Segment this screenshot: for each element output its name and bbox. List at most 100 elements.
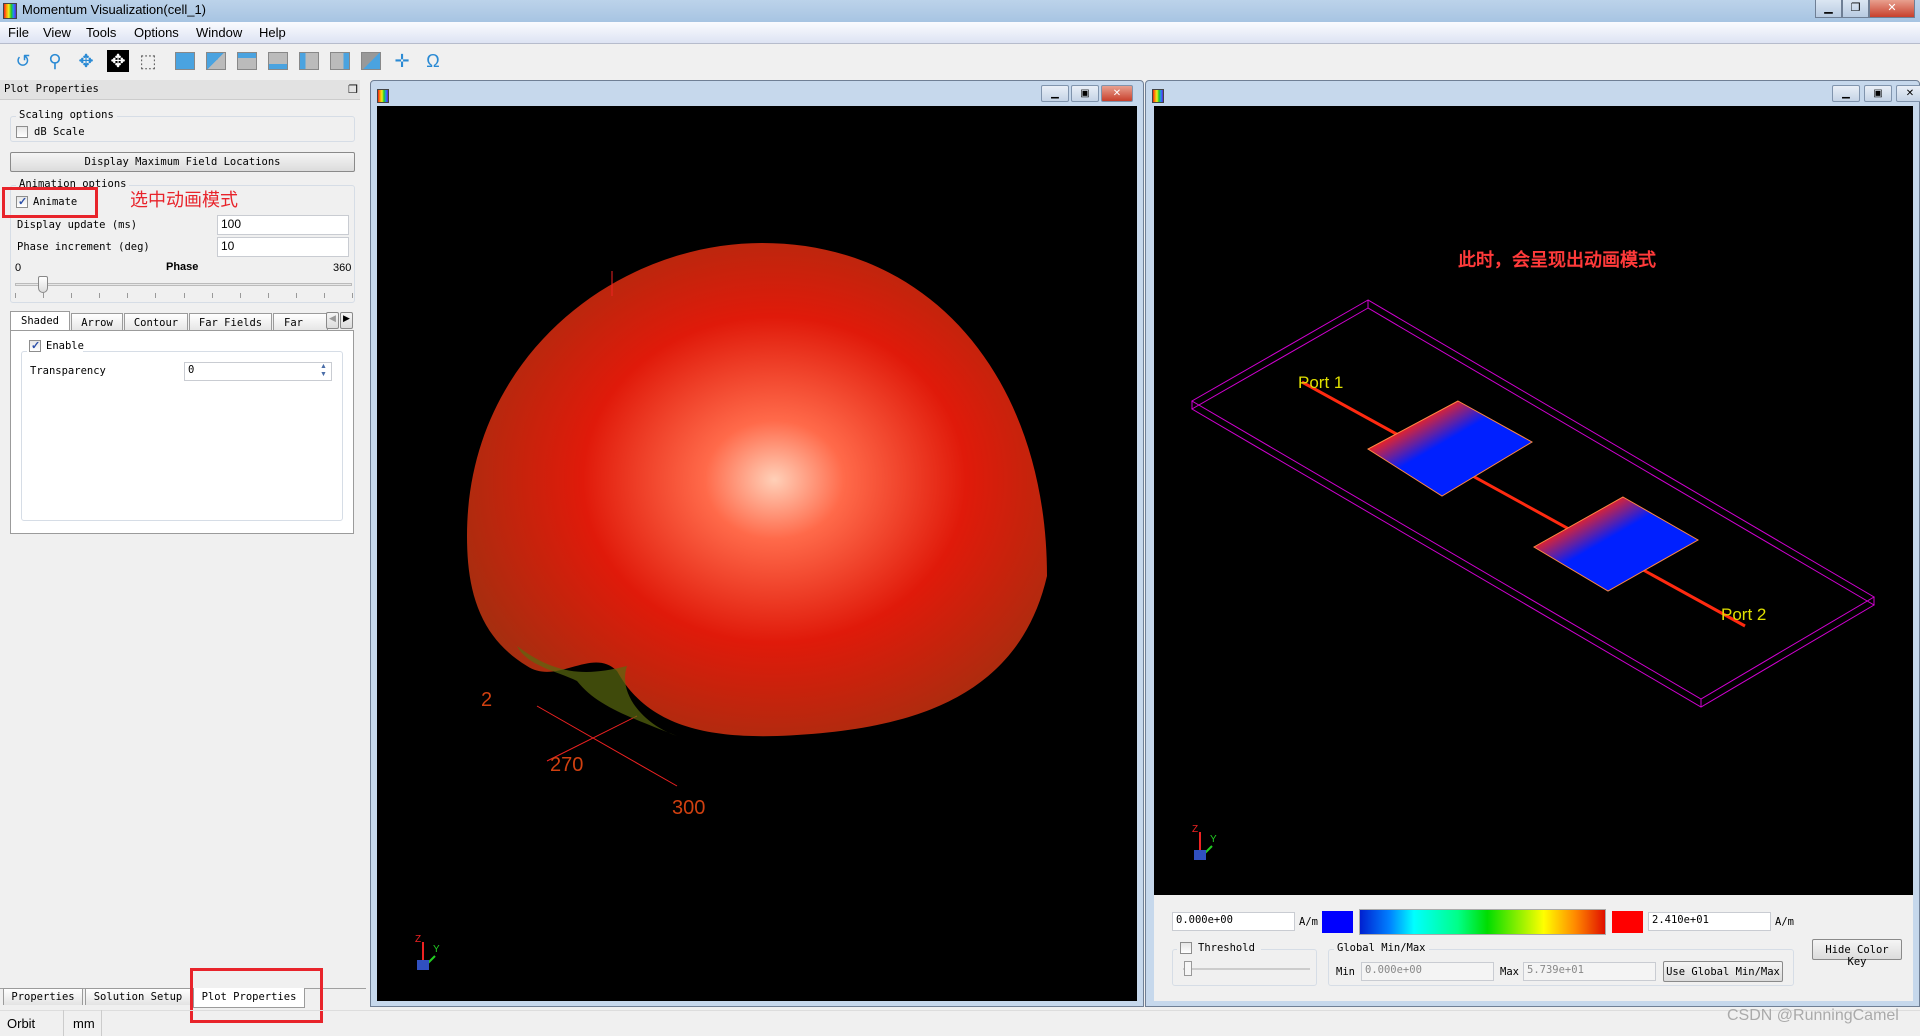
subwindow-close-button[interactable]: ✕	[1101, 85, 1133, 102]
threshold-label: Threshold	[1198, 942, 1255, 954]
phase-slider-track[interactable]	[15, 283, 352, 286]
substrate-box	[1191, 299, 1875, 708]
display-update-label: Display update (ms)	[17, 219, 138, 231]
subwindow-minimize-button[interactable]: ▁	[1832, 85, 1860, 102]
status-mode: Orbit	[7, 1016, 36, 1031]
menu-tools[interactable]: Tools	[86, 25, 116, 40]
view-right-icon[interactable]	[330, 52, 350, 70]
phase-increment-input[interactable]: 10	[217, 237, 349, 257]
slider-tick	[183, 293, 185, 298]
view-top-icon[interactable]	[237, 52, 257, 70]
omega-icon[interactable]: Ω	[422, 50, 444, 72]
display-max-field-button[interactable]: Display Maximum Field Locations	[10, 152, 355, 172]
color-min-input[interactable]: 0.000e+00	[1172, 912, 1295, 931]
bottom-tab-properties[interactable]: Properties	[3, 988, 83, 1005]
port-2-label: Port 2	[1721, 605, 1766, 624]
color-max-input[interactable]: 2.410e+01	[1648, 912, 1771, 931]
rotate-icon[interactable]: ↺	[12, 50, 34, 72]
restore-button[interactable]: ❐	[1842, 0, 1869, 18]
threshold-checkbox[interactable]	[1180, 942, 1192, 954]
slider-tick	[15, 293, 16, 298]
svg-text:Z: Z	[415, 934, 421, 945]
menu-file[interactable]: File	[8, 25, 29, 40]
threshold-slider-thumb[interactable]	[1184, 961, 1192, 976]
subwindow-minimize-button[interactable]: ▁	[1041, 85, 1069, 102]
subwindow-icon	[1152, 89, 1164, 103]
subwindow-restore-button[interactable]: ▣	[1864, 85, 1892, 102]
svg-text:Y: Y	[1210, 834, 1217, 845]
view-iso-icon[interactable]	[361, 52, 381, 70]
pan-icon[interactable]: ✥	[75, 50, 97, 72]
menu-help[interactable]: Help	[259, 25, 286, 40]
slider-tick	[43, 293, 45, 298]
threshold-slider-track[interactable]	[1183, 968, 1310, 970]
global-min-label: Min	[1336, 966, 1355, 978]
undock-icon[interactable]: ❐	[348, 83, 358, 96]
tab-scroll-left-button[interactable]: ◀	[326, 312, 339, 329]
phase-increment-label: Phase increment (deg)	[17, 241, 150, 253]
minimize-button[interactable]: ▁	[1815, 0, 1842, 18]
tab-shaded[interactable]: Shaded	[10, 311, 70, 332]
far-field-dome: 2 270 300 Z Y	[415, 243, 1047, 970]
db-scale-label: dB Scale	[34, 126, 85, 138]
window-title: Momentum Visualization(cell_1)	[22, 2, 207, 17]
move-icon[interactable]: ✥	[107, 50, 129, 72]
enable-label: Enable	[46, 340, 84, 352]
slider-tick	[323, 293, 325, 298]
app-icon	[3, 3, 17, 19]
transparency-input[interactable]: 0	[184, 362, 332, 381]
highlight-box	[2, 187, 98, 218]
current-viewport[interactable]: Port 1 Port 2 此时，会呈现出动画模式 Z Y	[1154, 106, 1913, 895]
global-minmax-label: Global Min/Max	[1334, 942, 1429, 954]
slider-tick	[71, 293, 73, 298]
subwindow-restore-button[interactable]: ▣	[1071, 85, 1099, 102]
view-back-icon[interactable]	[206, 52, 226, 70]
slider-tick	[239, 293, 241, 298]
watermark: CSDN @RunningCamel	[1727, 1007, 1899, 1024]
menu-bar: File View Tools Options Window Help	[0, 22, 1920, 44]
transparency-spinner[interactable]: ▲ ▼	[317, 363, 330, 380]
slider-tick	[267, 293, 269, 298]
zoom-icon[interactable]: ⚲	[44, 50, 66, 72]
color-min-swatch[interactable]	[1322, 911, 1353, 933]
color-max-swatch[interactable]	[1612, 911, 1643, 933]
hide-color-key-button[interactable]: Hide Color Key	[1812, 939, 1902, 968]
angle-label: 270	[550, 754, 583, 776]
menu-window[interactable]: Window	[196, 25, 242, 40]
toolbar: ↺ ⚲ ✥ ✥ ⬚ ✛ Ω	[0, 44, 1920, 78]
svg-text:Y: Y	[433, 944, 440, 955]
far-field-surface	[467, 243, 1047, 737]
current-distribution-window: ▁ ▣ ✕ Port 1 Port 2 此时，会呈现出动画模式 Z Y	[1145, 80, 1920, 1007]
tab-scroll-right-button[interactable]: ▶	[340, 312, 353, 329]
slider-tick	[155, 293, 157, 298]
crosshair-icon[interactable]: ✛	[391, 50, 413, 72]
layout-3d-view: Port 1 Port 2 此时，会呈现出动画模式 Z Y	[1191, 249, 1875, 860]
db-scale-checkbox[interactable]	[16, 126, 28, 138]
phase-slider-thumb[interactable]	[38, 276, 49, 293]
bottom-tab-solution-setup[interactable]: Solution Setup	[85, 988, 191, 1005]
angle-label: 300	[672, 797, 705, 819]
view-left-icon[interactable]	[299, 52, 319, 70]
phase-slider-ticks	[15, 293, 353, 299]
annotation-text: 选中动画模式	[130, 190, 238, 211]
use-global-minmax-button[interactable]: Use Global Min/Max	[1663, 961, 1783, 982]
color-min-unit: A/m	[1299, 916, 1318, 928]
menu-options[interactable]: Options	[134, 25, 179, 40]
color-gradient-bar	[1359, 909, 1606, 935]
annotation-text: 此时，会呈现出动画模式	[1458, 249, 1656, 271]
view-front-icon[interactable]	[175, 52, 195, 70]
status-bar	[0, 1010, 1920, 1036]
global-max-input: 5.739e+01	[1523, 962, 1656, 981]
slider-tick	[295, 293, 297, 298]
slider-tick	[99, 293, 101, 298]
global-min-input: 0.000e+00	[1361, 962, 1494, 981]
far-field-viewport[interactable]: 2 270 300 Z Y	[377, 106, 1137, 1001]
close-button[interactable]: ✕	[1869, 0, 1915, 18]
port-1-label: Port 1	[1298, 373, 1343, 392]
enable-checkbox[interactable]	[29, 339, 41, 352]
display-update-input[interactable]: 100	[217, 215, 349, 235]
view-bottom-icon[interactable]	[268, 52, 288, 70]
subwindow-close-button[interactable]: ✕	[1896, 85, 1920, 102]
zoom-box-icon[interactable]: ⬚	[137, 50, 159, 72]
menu-view[interactable]: View	[43, 25, 71, 40]
